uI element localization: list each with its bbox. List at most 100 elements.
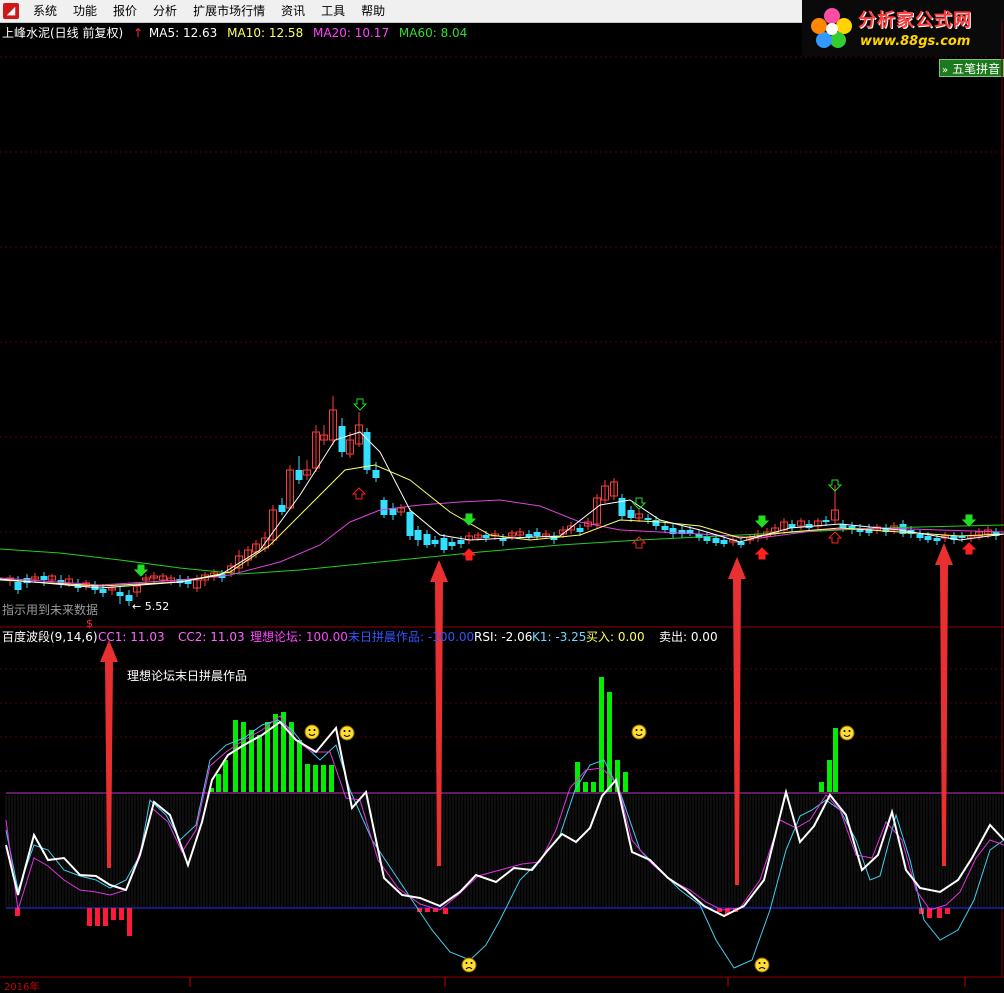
smiley-face-icon xyxy=(304,724,320,740)
candle-body-down xyxy=(14,582,22,590)
candle-body-down xyxy=(295,470,303,480)
face-eye xyxy=(470,962,473,964)
buy-sell-signals: $ xyxy=(86,398,977,630)
moving-average-lines xyxy=(0,431,1004,589)
buy-signal-icon xyxy=(631,536,647,549)
red-trend-arrow xyxy=(100,640,118,868)
green-bar xyxy=(233,720,238,792)
candle-body-down xyxy=(627,510,635,518)
cc1-value: CC1: 11.03 xyxy=(98,630,165,644)
cc2-value: CC2: 11.03 xyxy=(178,630,245,644)
face-eye xyxy=(348,730,351,732)
red-bar xyxy=(127,908,132,936)
candle-body-down xyxy=(423,534,431,545)
buy-signal-icon xyxy=(754,547,770,560)
green-bar xyxy=(833,728,838,792)
buy-signal-icon xyxy=(961,542,977,555)
green-bar xyxy=(329,765,334,792)
red-trend-arrow xyxy=(935,543,953,866)
candle-body-down xyxy=(372,470,380,478)
green-bar xyxy=(599,677,604,792)
face-eye xyxy=(640,729,643,731)
candle-body-down xyxy=(414,530,422,540)
buy-signal-icon xyxy=(351,487,367,500)
face-circle xyxy=(461,957,477,973)
rsi-value: RSI: -2.06 xyxy=(474,630,533,644)
sell-signal-icon xyxy=(961,514,977,527)
candle-body-down xyxy=(822,520,830,522)
candle-body-down xyxy=(933,538,941,541)
candle-body-down xyxy=(457,540,465,544)
red-bar xyxy=(425,908,430,912)
indicator-title: 百度波段(9,14,6) xyxy=(2,630,98,644)
candle-body-down xyxy=(99,589,107,593)
green-bar xyxy=(223,760,228,792)
green-bar xyxy=(305,764,310,792)
year-label: 2016年 xyxy=(4,982,40,993)
red-bar xyxy=(111,908,116,920)
candlesticks xyxy=(6,396,1000,606)
red-trend-arrow xyxy=(728,557,746,885)
candle-body-down xyxy=(448,542,456,546)
face-circle xyxy=(839,725,855,741)
candle-body-down xyxy=(363,432,371,470)
candle-body-down xyxy=(712,538,720,543)
sell-signal-icon xyxy=(461,513,477,526)
candle-body-down xyxy=(431,540,439,544)
candle-body-down xyxy=(737,542,745,545)
green-bar xyxy=(257,735,262,792)
red-bar xyxy=(937,908,942,918)
red-bar xyxy=(87,908,92,926)
green-bar xyxy=(623,772,628,792)
candle-body-down xyxy=(720,540,728,544)
sell-signal-icon xyxy=(352,398,368,411)
red-bar xyxy=(443,908,448,914)
ma5-line xyxy=(0,431,1004,589)
candle-body-down xyxy=(576,528,584,532)
face-eye xyxy=(635,729,638,731)
green-bar xyxy=(583,782,588,792)
green-bar xyxy=(297,740,302,792)
candle-body-down xyxy=(406,512,414,536)
red-bar xyxy=(945,908,950,914)
sell-signal-icon xyxy=(631,497,647,510)
green-bar xyxy=(827,760,832,792)
buy-signal-icon xyxy=(461,548,477,561)
candle-body-down xyxy=(482,535,490,538)
face-circle xyxy=(754,957,770,973)
candle-body-down xyxy=(278,505,286,512)
low-price-label: ← 5.52 xyxy=(132,600,170,613)
green-bar xyxy=(313,765,318,792)
red-trend-arrow xyxy=(430,560,448,866)
smiley-face-icon xyxy=(339,725,355,741)
candle-body-down xyxy=(525,534,533,537)
sad-face-icon xyxy=(461,957,477,973)
candle-body-down xyxy=(644,518,652,520)
chart-canvas[interactable]: $ xyxy=(0,0,1004,987)
red-bar xyxy=(95,908,100,926)
face-eye xyxy=(763,962,766,964)
green-bar xyxy=(321,765,326,792)
face-eye xyxy=(758,962,761,964)
green-bar xyxy=(591,782,596,792)
candle-body-down xyxy=(380,500,388,515)
face-eye xyxy=(848,730,851,732)
face-circle xyxy=(304,724,320,740)
smiley-face-icon xyxy=(631,724,647,740)
green-bar xyxy=(216,774,221,792)
low-price-value: 5.52 xyxy=(144,600,170,613)
buy-signal-icon xyxy=(827,531,843,544)
face-eye xyxy=(308,729,311,731)
green-bar xyxy=(241,722,246,792)
candle-body-down xyxy=(661,526,669,530)
author-note: 理想论坛末日拼晨作品 xyxy=(127,669,248,683)
arrow-shape xyxy=(935,543,953,866)
buy-value: 买入: 0.00 xyxy=(586,630,645,644)
lixiang-value: 理想论坛: 100.00 xyxy=(250,630,348,644)
face-eye xyxy=(313,729,316,731)
face-eye xyxy=(343,730,346,732)
indicator-panel xyxy=(5,677,1004,973)
sell-signal-icon xyxy=(133,564,149,577)
face-circle xyxy=(339,725,355,741)
arrow-shape xyxy=(430,560,448,866)
